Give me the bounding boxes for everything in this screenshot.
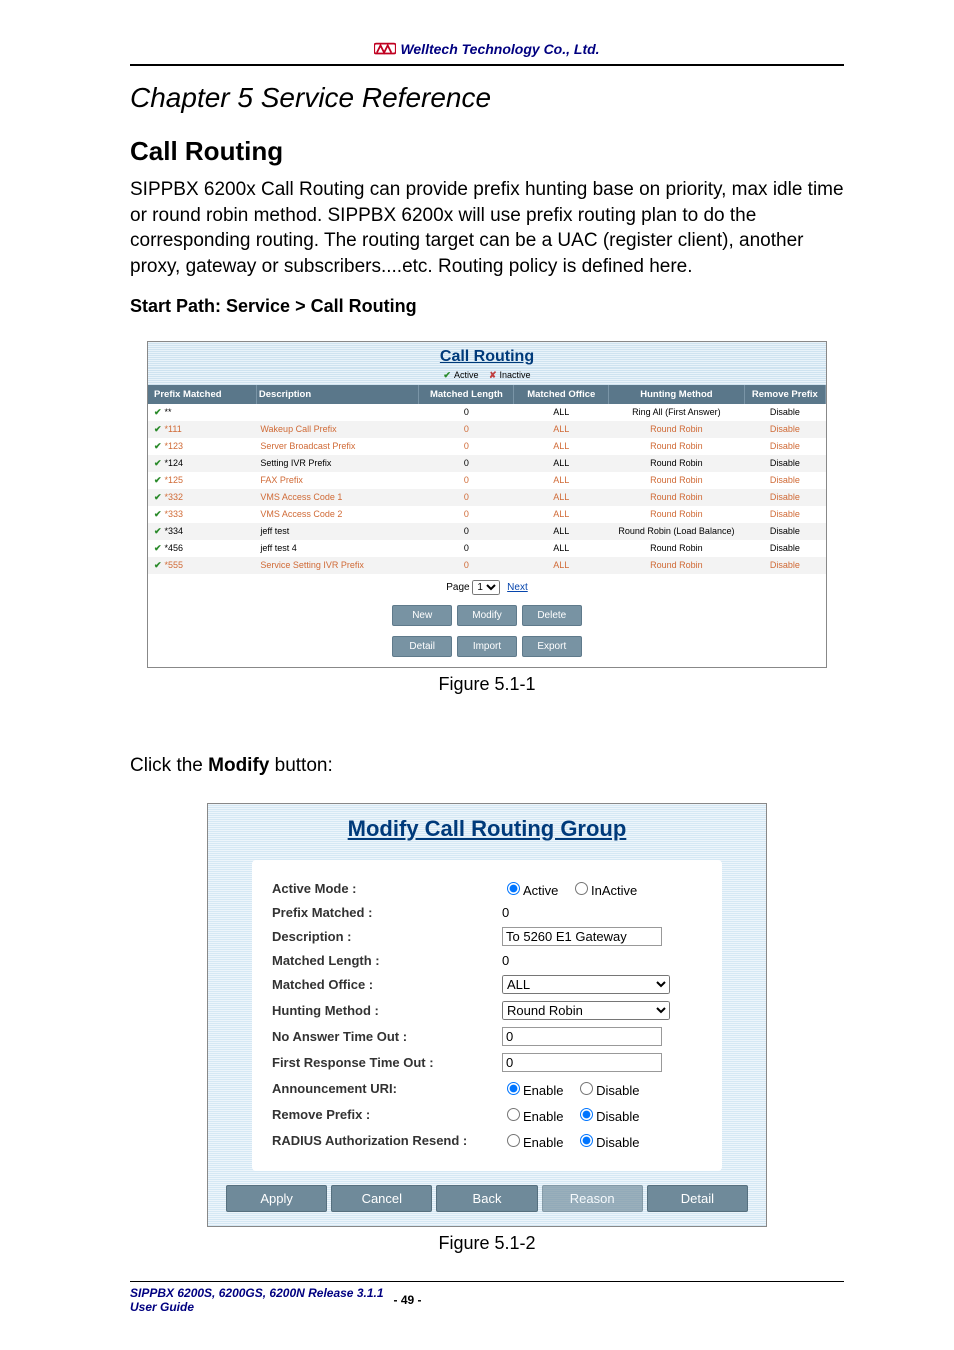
panel-buttons-row2: Detail Import Export (148, 636, 826, 667)
intro-paragraph: SIPPBX 6200x Call Routing can provide pr… (130, 177, 844, 280)
label-matched-office: Matched Office : (272, 977, 502, 992)
table-row[interactable]: ✔**0ALLRing All (First Answer)Disable (148, 404, 826, 421)
modify-title: Modify Call Routing Group (222, 816, 752, 842)
table-row[interactable]: ✔*555Service Setting IVR Prefix0ALLRound… (148, 557, 826, 574)
label-announcement-uri: Announcement URI: (272, 1081, 502, 1096)
active-mode-value: Active InActive (502, 879, 706, 898)
label-radius-resend: RADIUS Authorization Resend : (272, 1133, 502, 1148)
modify-form: Active Mode : Active InActive Prefix Mat… (252, 860, 722, 1171)
export-button[interactable]: Export (522, 636, 582, 657)
back-button[interactable]: Back (436, 1185, 537, 1212)
import-button[interactable]: Import (457, 636, 517, 657)
page-footer: SIPPBX 6200S, 6200GS, 6200N Release 3.1.… (130, 1281, 844, 1314)
panel-buttons-row1: New Modify Delete (148, 601, 826, 636)
delete-button[interactable]: Delete (522, 605, 582, 626)
prefix-matched-value: 0 (502, 905, 509, 920)
panel-title: Call Routing (148, 342, 826, 368)
label-description: Description : (272, 929, 502, 944)
footer-line2: User Guide (130, 1300, 384, 1314)
label-prefix-matched: Prefix Matched : (272, 905, 502, 920)
start-path: Start Path: Service > Call Routing (130, 296, 844, 317)
footer-line1: SIPPBX 6200S, 6200GS, 6200N Release 3.1.… (130, 1286, 384, 1300)
section-title: Call Routing (130, 136, 844, 167)
table-row[interactable]: ✔*332VMS Access Code 10ALLRound RobinDis… (148, 489, 826, 506)
col-remove: Remove Prefix (744, 385, 825, 404)
legend-active: Active (454, 370, 479, 380)
check-icon: ✔ (443, 370, 451, 380)
label-active-mode: Active Mode : (272, 881, 502, 896)
logo-icon (374, 40, 396, 58)
page-number: - 49 - (394, 1293, 422, 1307)
no-answer-input[interactable] (502, 1027, 662, 1046)
table-row[interactable]: ✔*456jeff test 40ALLRound RobinDisable (148, 540, 826, 557)
chapter-title: Chapter 5 Service Reference (130, 82, 844, 114)
legend-inactive: Inactive (500, 370, 531, 380)
modify-button[interactable]: Modify (457, 605, 517, 626)
announcement-enable[interactable] (507, 1082, 520, 1095)
inactive-radio[interactable] (575, 882, 588, 895)
page-header: Welltech Technology Co., Ltd. (130, 40, 844, 66)
table-row[interactable]: ✔*125FAX Prefix0ALLRound RobinDisable (148, 472, 826, 489)
label-no-answer: No Answer Time Out : (272, 1029, 502, 1044)
x-icon: ✘ (489, 370, 497, 380)
label-remove-prefix: Remove Prefix : (272, 1107, 502, 1122)
matched-office-select[interactable]: ALL (502, 975, 670, 994)
col-length: Matched Length (419, 385, 514, 404)
matched-length-value: 0 (502, 953, 509, 968)
detail2-button[interactable]: Detail (647, 1185, 748, 1212)
apply-button[interactable]: Apply (226, 1185, 327, 1212)
announcement-disable[interactable] (580, 1082, 593, 1095)
first-response-input[interactable] (502, 1053, 662, 1072)
table-row[interactable]: ✔*111Wakeup Call Prefix0ALLRound RobinDi… (148, 421, 826, 438)
label-matched-length: Matched Length : (272, 953, 502, 968)
call-routing-panel: Call Routing ✔Active ✘Inactive Prefix Ma… (147, 341, 827, 668)
cancel-button[interactable]: Cancel (331, 1185, 432, 1212)
page-select[interactable]: 1 (472, 580, 500, 595)
active-radio[interactable] (507, 882, 520, 895)
pager: Page 1 Next (148, 574, 826, 601)
pager-label: Page (446, 582, 469, 593)
col-prefix: Prefix Matched (148, 385, 256, 404)
col-hunting: Hunting Method (609, 385, 745, 404)
next-link[interactable]: Next (507, 582, 528, 593)
company-name: Welltech Technology Co., Ltd. (400, 41, 599, 57)
radius-disable[interactable] (580, 1134, 593, 1147)
col-office: Matched Office (514, 385, 609, 404)
figure1-caption: Figure 5.1-1 (130, 674, 844, 695)
radius-enable[interactable] (507, 1134, 520, 1147)
table-row[interactable]: ✔*124Setting IVR Prefix0ALLRound RobinDi… (148, 455, 826, 472)
table-row[interactable]: ✔*123Server Broadcast Prefix0ALLRound Ro… (148, 438, 826, 455)
col-desc: Description (256, 385, 419, 404)
new-button[interactable]: New (392, 605, 452, 626)
panel-legend: ✔Active ✘Inactive (148, 368, 826, 385)
modify-buttons: Apply Cancel Back Reason Detail (222, 1185, 752, 1212)
label-hunting-method: Hunting Method : (272, 1003, 502, 1018)
table-row[interactable]: ✔*333VMS Access Code 20ALLRound RobinDis… (148, 506, 826, 523)
panel-title-text: Call Routing (440, 348, 534, 365)
modify-panel: Modify Call Routing Group Active Mode : … (207, 803, 767, 1227)
description-input[interactable] (502, 927, 662, 946)
detail-button[interactable]: Detail (392, 636, 452, 657)
routing-table: Prefix Matched Description Matched Lengt… (148, 385, 826, 574)
click-instruction: Click the Modify button: (130, 755, 844, 777)
remove-prefix-disable[interactable] (580, 1108, 593, 1121)
figure2-caption: Figure 5.1-2 (130, 1233, 844, 1254)
table-row[interactable]: ✔*334jeff test0ALLRound Robin (Load Bala… (148, 523, 826, 540)
hunting-method-select[interactable]: Round Robin (502, 1001, 670, 1020)
reason-button[interactable]: Reason (542, 1185, 643, 1212)
remove-prefix-enable[interactable] (507, 1108, 520, 1121)
label-first-response: First Response Time Out : (272, 1055, 502, 1070)
